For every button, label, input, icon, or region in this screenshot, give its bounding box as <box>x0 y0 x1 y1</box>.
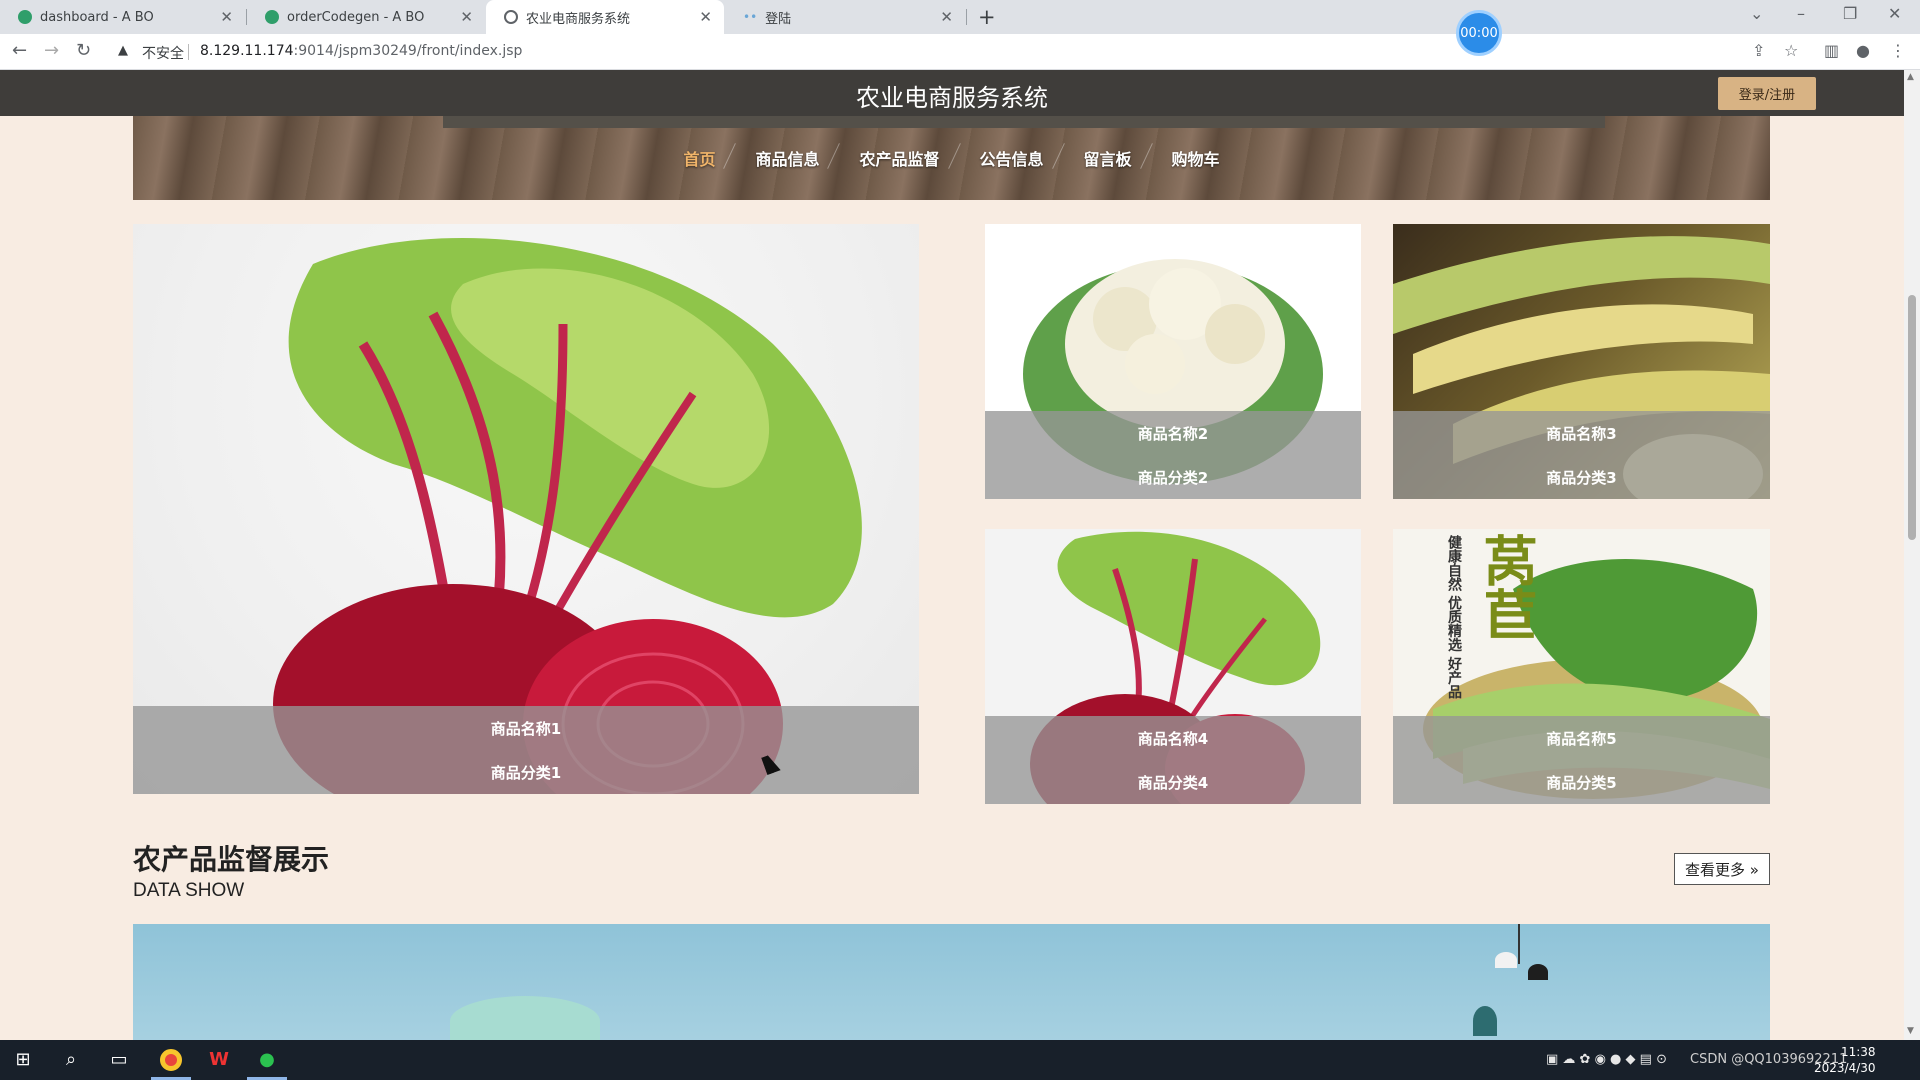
banner-lamp-shade <box>1473 1006 1497 1036</box>
product-card[interactable]: 健康自然 优质精选 好产品 莴苣 商品名称5 商品分类5 <box>1393 529 1770 804</box>
product-name: 商品名称3 <box>1546 425 1617 443</box>
product-caption: 商品名称1 商品分类1 <box>133 706 919 794</box>
close-tab-icon[interactable]: ✕ <box>940 8 953 26</box>
new-tab-plus-icon[interactable]: + <box>978 5 996 29</box>
nav-item-supervision[interactable]: 农产品监督 <box>839 146 959 170</box>
close-tab-icon[interactable]: ✕ <box>220 8 233 26</box>
product-category: 商品分类4 <box>1137 774 1209 792</box>
globe-favicon-icon <box>504 10 518 24</box>
product-card[interactable]: 商品名称3 商品分类3 <box>1393 224 1770 499</box>
tab-login[interactable]: •• 登陆 ✕ <box>725 0 965 34</box>
supervision-banner-image <box>133 924 1770 1040</box>
chrome-icon[interactable] <box>160 1049 182 1071</box>
leaf-favicon-icon <box>265 10 279 24</box>
banner-lamp-shade <box>1495 952 1517 968</box>
login-register-button[interactable]: 登录/注册 <box>1718 77 1816 110</box>
close-tab-icon[interactable]: ✕ <box>699 8 712 26</box>
product-name: 商品名称5 <box>1546 730 1617 748</box>
recording-timer-badge[interactable]: 00:00 <box>1456 10 1502 56</box>
tab-ordercodegen[interactable]: orderCodegen - A BO ✕ <box>247 0 485 34</box>
nav-item-notices[interactable]: 公告信息 <box>960 146 1064 170</box>
search-icon[interactable]: ⌕ <box>60 1049 82 1071</box>
product-category: 商品分类1 <box>490 764 562 782</box>
banner-cup-shape <box>450 996 600 1040</box>
section-title: 农产品监督展示 <box>133 843 330 876</box>
forward-arrow-icon[interactable]: → <box>44 40 59 61</box>
reload-icon[interactable]: ↻ <box>76 40 91 61</box>
scrollbar-thumb[interactable] <box>1908 295 1916 540</box>
close-tab-icon[interactable]: ✕ <box>460 8 473 26</box>
product-category: 商品分类5 <box>1546 774 1617 792</box>
product-caption: 商品名称3 商品分类3 <box>1393 411 1770 499</box>
clock-time: 11:38 <box>1840 1045 1876 1059</box>
profile-avatar-icon[interactable]: ● <box>1856 41 1870 60</box>
browser-tab-strip: dashboard - A BO ✕ orderCodegen - A BO ✕… <box>0 0 1920 34</box>
close-window-icon[interactable]: ✕ <box>1888 4 1901 23</box>
scroll-down-arrow-icon[interactable]: ▼ <box>1907 1026 1914 1036</box>
product-caption: 商品名称5 商品分类5 <box>1393 716 1770 804</box>
nav-item-cart[interactable]: 购物车 <box>1152 146 1240 170</box>
back-arrow-icon[interactable]: ← <box>12 40 27 61</box>
tab-dashboard[interactable]: dashboard - A BO ✕ <box>0 0 245 34</box>
product-category: 商品分类3 <box>1546 469 1617 487</box>
side-panel-icon[interactable]: ▥ <box>1824 41 1839 60</box>
more-menu-icon[interactable]: ⋮ <box>1890 41 1906 60</box>
task-view-icon[interactable]: ▭ <box>108 1049 130 1071</box>
address-bar: ← → ↻ ▲ 不安全 8.129.11.174:9014/jspm30249/… <box>0 34 1920 70</box>
product-card[interactable]: 商品名称2 商品分类2 <box>985 224 1361 499</box>
url-host: 8.129.11.174 <box>200 43 294 59</box>
product-card[interactable]: 商品名称1 商品分类1 <box>133 224 919 794</box>
site-header: 农业电商服务系统 登录/注册 <box>0 70 1904 116</box>
view-more-button[interactable]: 查看更多 » <box>1674 853 1770 885</box>
dots-favicon-icon: •• <box>743 10 758 24</box>
minimize-icon[interactable]: – <box>1797 4 1805 23</box>
leaf-favicon-icon <box>18 10 32 24</box>
url-path: :9014/jspm30249/front/index.jsp <box>293 43 523 59</box>
page-viewport: 农业电商服务系统 登录/注册 首页 商品信息 农产品监督 公告信息 留言板 购物… <box>0 70 1904 1040</box>
bookmark-star-icon[interactable]: ☆ <box>1784 41 1798 60</box>
product-name: 商品名称2 <box>1137 425 1209 443</box>
warning-triangle-icon[interactable]: ▲ <box>118 43 128 58</box>
banner-lamp-shade <box>1528 964 1548 980</box>
main-nav: 首页 商品信息 农产品监督 公告信息 留言板 购物车 <box>133 116 1770 200</box>
tab-agri-ecommerce[interactable]: 农业电商服务系统 ✕ <box>486 0 724 34</box>
tab-label: dashboard - A BO <box>40 9 154 25</box>
product-caption: 商品名称2 商品分类2 <box>985 411 1361 499</box>
tab-label: 农业电商服务系统 <box>526 11 631 27</box>
tab-search-chevron-icon[interactable]: ⌄ <box>1750 4 1763 23</box>
nav-item-message-board[interactable]: 留言板 <box>1064 146 1152 170</box>
wechat-icon[interactable]: ● <box>256 1049 278 1071</box>
url-field[interactable]: 8.129.11.174:9014/jspm30249/front/index.… <box>200 43 522 59</box>
nav-banner: 首页 商品信息 农产品监督 公告信息 留言板 购物车 <box>133 116 1770 200</box>
nav-item-products[interactable]: 商品信息 <box>735 146 839 170</box>
wps-icon[interactable]: W <box>208 1049 230 1071</box>
product-caption: 商品名称4 商品分类4 <box>985 716 1361 804</box>
product-category: 商品分类2 <box>1137 469 1209 487</box>
product-name: 商品名称1 <box>490 720 562 738</box>
tray-icons[interactable]: ▣ ☁ ✿ ◉ ● ◆ ▤ ⊙ <box>1546 1052 1667 1067</box>
url-divider <box>188 44 189 60</box>
banner-lamp-cord <box>1518 924 1520 964</box>
system-clock[interactable]: 11:38 2023/4/30 <box>1814 1044 1876 1076</box>
tab-divider <box>966 9 967 25</box>
product-image-slogan: 健康自然 优质精选 好产品 <box>1446 535 1462 699</box>
product-card[interactable]: 商品名称4 商品分类4 <box>985 529 1361 804</box>
scroll-up-arrow-icon[interactable]: ▲ <box>1907 72 1914 82</box>
product-image-title: 莴苣 <box>1474 533 1537 641</box>
restore-icon[interactable]: ❐ <box>1843 4 1857 23</box>
section-subtitle: DATA SHOW <box>133 880 245 901</box>
product-name: 商品名称4 <box>1137 730 1209 748</box>
share-icon[interactable]: ⇪ <box>1752 41 1765 60</box>
tab-label: 登陆 <box>765 11 792 27</box>
windows-taskbar: ⊞ ⌕ ▭ W ● ▣ ☁ ✿ ◉ ● ◆ ▤ ⊙ CSDN @QQ103969… <box>0 1040 1920 1080</box>
page-scrollbar[interactable]: ▲ ▼ <box>1904 70 1920 1040</box>
tab-label: orderCodegen - A BO <box>287 9 425 25</box>
security-status[interactable]: 不安全 <box>142 43 184 63</box>
site-title: 农业电商服务系统 <box>856 85 1048 112</box>
windows-start-icon[interactable]: ⊞ <box>12 1049 34 1071</box>
clock-date: 2023/4/30 <box>1814 1061 1876 1075</box>
